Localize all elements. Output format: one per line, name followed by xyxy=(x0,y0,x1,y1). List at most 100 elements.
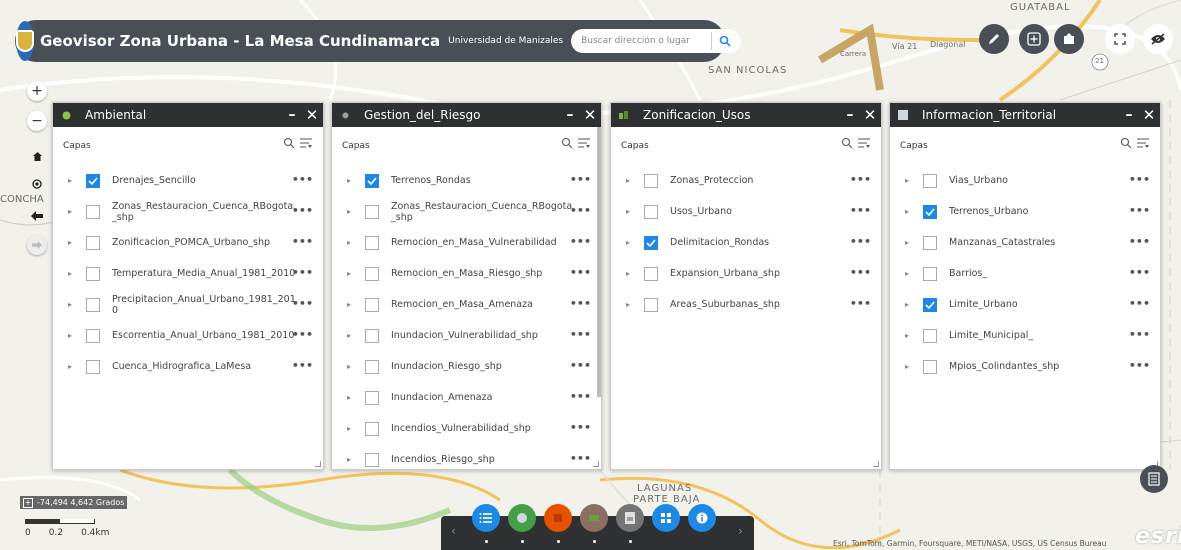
layer-visibility-checkbox[interactable] xyxy=(86,173,100,188)
layer-visibility-checkbox[interactable] xyxy=(365,390,379,405)
layer-row[interactable]: ▸ Limite_Municipal_ ••• xyxy=(890,320,1160,351)
expand-caret-icon[interactable]: ▸ xyxy=(905,207,915,216)
expand-caret-icon[interactable]: ▸ xyxy=(905,238,915,247)
layer-visibility-checkbox[interactable] xyxy=(86,235,100,250)
layer-visibility-checkbox[interactable] xyxy=(923,235,937,250)
layer-options-button[interactable]: ••• xyxy=(292,328,313,341)
layer-row[interactable]: ▸ Escorrentia_Anual_Urbano_1981_2010 ••• xyxy=(53,320,323,351)
layer-visibility-checkbox[interactable] xyxy=(365,204,379,219)
layer-row[interactable]: ▸ Incendios_Vulnerabilidad_shp ••• xyxy=(332,413,601,444)
minimize-button[interactable]: – xyxy=(561,107,579,123)
minimize-button[interactable]: – xyxy=(841,107,859,123)
expand-caret-icon[interactable]: ▸ xyxy=(905,176,915,185)
expand-caret-icon[interactable]: ▸ xyxy=(626,176,636,185)
layer-options-button[interactable]: ••• xyxy=(1129,235,1150,248)
layer-visibility-checkbox[interactable] xyxy=(923,173,937,188)
layer-options-button[interactable]: ••• xyxy=(850,173,871,186)
layer-row[interactable]: ▸ Drenajes_Sencillo ••• xyxy=(53,165,323,196)
layer-visibility-checkbox[interactable] xyxy=(923,204,937,219)
next-extent-button[interactable] xyxy=(27,235,47,255)
layer-row[interactable]: ▸ Areas_Suburbanas_shp ••• xyxy=(611,289,881,320)
expand-caret-icon[interactable]: ▸ xyxy=(347,455,357,464)
layer-row[interactable]: ▸ Terrenos_Urbano ••• xyxy=(890,196,1160,227)
expand-caret-icon[interactable]: ▸ xyxy=(347,176,357,185)
layer-visibility-checkbox[interactable] xyxy=(365,297,379,312)
layer-options-button[interactable]: ••• xyxy=(292,359,313,372)
layer-options-button[interactable]: ••• xyxy=(570,421,591,434)
expand-caret-icon[interactable]: ▸ xyxy=(905,362,915,371)
home-button[interactable] xyxy=(31,150,43,162)
expand-caret-icon[interactable]: ▸ xyxy=(626,300,636,309)
layer-options-button[interactable]: ••• xyxy=(1129,328,1150,341)
layer-options-button[interactable]: ••• xyxy=(292,235,313,248)
layer-row[interactable]: ▸ Inundacion_Riesgo_shp ••• xyxy=(332,351,601,382)
layer-visibility-checkbox[interactable] xyxy=(923,266,937,281)
toolbar-riesgo-button[interactable] xyxy=(544,504,572,532)
coordinate-toggle-button[interactable]: + xyxy=(23,497,33,508)
layer-row[interactable]: ▸ Remocion_en_Masa_Vulnerabilidad ••• xyxy=(332,227,601,258)
layer-options-button[interactable]: ••• xyxy=(292,173,313,186)
layer-row[interactable]: ▸ Vias_Urbano ••• xyxy=(890,165,1160,196)
search-icon[interactable] xyxy=(841,137,853,149)
print-button[interactable] xyxy=(1054,24,1084,54)
layer-row[interactable]: ▸ Cuenca_Hidrografica_LaMesa ••• xyxy=(53,351,323,382)
expand-caret-icon[interactable]: ▸ xyxy=(68,207,78,216)
close-button[interactable]: ✕ xyxy=(1138,106,1160,124)
expand-caret-icon[interactable]: ▸ xyxy=(68,269,78,278)
layer-row[interactable]: ▸ Terrenos_Rondas ••• xyxy=(332,165,601,196)
expand-caret-icon[interactable]: ▸ xyxy=(68,176,78,185)
toolbar-zonificacion-button[interactable] xyxy=(580,504,608,532)
layer-visibility-checkbox[interactable] xyxy=(644,266,658,281)
layer-options-button[interactable]: ••• xyxy=(1129,359,1150,372)
layer-row[interactable]: ▸ Limite_Urbano ••• xyxy=(890,289,1160,320)
layer-options-button[interactable]: ••• xyxy=(570,297,591,310)
toolbar-prev-arrow[interactable]: ‹ xyxy=(451,524,456,538)
layer-visibility-checkbox[interactable] xyxy=(86,297,100,312)
layer-row[interactable]: ▸ Usos_Urbano ••• xyxy=(611,196,881,227)
toolbar-basemap-button[interactable] xyxy=(652,504,680,532)
filter-list-icon[interactable] xyxy=(299,137,313,149)
expand-caret-icon[interactable]: ▸ xyxy=(347,300,357,309)
expand-caret-icon[interactable]: ▸ xyxy=(68,300,78,309)
layer-row[interactable]: ▸ Mpios_Colindantes_shp ••• xyxy=(890,351,1160,382)
layer-options-button[interactable]: ••• xyxy=(570,359,591,372)
layer-options-button[interactable]: ••• xyxy=(570,173,591,186)
expand-caret-icon[interactable]: ▸ xyxy=(68,362,78,371)
expand-caret-icon[interactable]: ▸ xyxy=(68,238,78,247)
layer-visibility-checkbox[interactable] xyxy=(923,359,937,374)
layer-list-button[interactable] xyxy=(1140,465,1168,493)
layer-visibility-checkbox[interactable] xyxy=(365,235,379,250)
resize-handle[interactable] xyxy=(593,461,599,467)
layer-row[interactable]: ▸ Precipitacion_Anual_Urbano_1981_201 0 ••… xyxy=(53,289,323,320)
layer-options-button[interactable]: ••• xyxy=(850,204,871,217)
toolbar-layer-list-button[interactable] xyxy=(472,504,500,532)
layer-options-button[interactable]: ••• xyxy=(570,328,591,341)
layer-visibility-checkbox[interactable] xyxy=(365,452,379,467)
layer-visibility-checkbox[interactable] xyxy=(86,328,100,343)
close-button[interactable]: ✕ xyxy=(301,106,323,124)
layer-visibility-checkbox[interactable] xyxy=(365,421,379,436)
search-icon[interactable] xyxy=(561,137,573,149)
layer-visibility-checkbox[interactable] xyxy=(365,173,379,188)
panel-header[interactable]: Ambiental – ✕ xyxy=(53,103,323,127)
layer-options-button[interactable]: ••• xyxy=(292,266,313,279)
layer-row[interactable]: ▸ Barrios_ ••• xyxy=(890,258,1160,289)
layer-options-button[interactable]: ••• xyxy=(570,452,591,465)
layer-options-button[interactable]: ••• xyxy=(1129,297,1150,310)
layer-options-button[interactable]: ••• xyxy=(850,266,871,279)
resize-handle[interactable] xyxy=(873,461,879,467)
close-button[interactable]: ✕ xyxy=(859,106,881,124)
expand-caret-icon[interactable]: ▸ xyxy=(905,300,915,309)
minimize-button[interactable]: – xyxy=(1120,107,1138,123)
layer-visibility-checkbox[interactable] xyxy=(644,235,658,250)
layer-options-button[interactable]: ••• xyxy=(850,297,871,310)
close-button[interactable]: ✕ xyxy=(579,106,601,124)
layer-row[interactable]: ▸ Remocion_en_Masa_Riesgo_shp ••• xyxy=(332,258,601,289)
expand-caret-icon[interactable]: ▸ xyxy=(626,238,636,247)
hide-widgets-button[interactable] xyxy=(1143,24,1173,54)
layer-visibility-checkbox[interactable] xyxy=(365,359,379,374)
search-icon[interactable] xyxy=(1120,137,1132,149)
minimize-button[interactable]: – xyxy=(283,107,301,123)
add-data-button[interactable] xyxy=(1019,24,1049,54)
layer-options-button[interactable]: ••• xyxy=(570,390,591,403)
